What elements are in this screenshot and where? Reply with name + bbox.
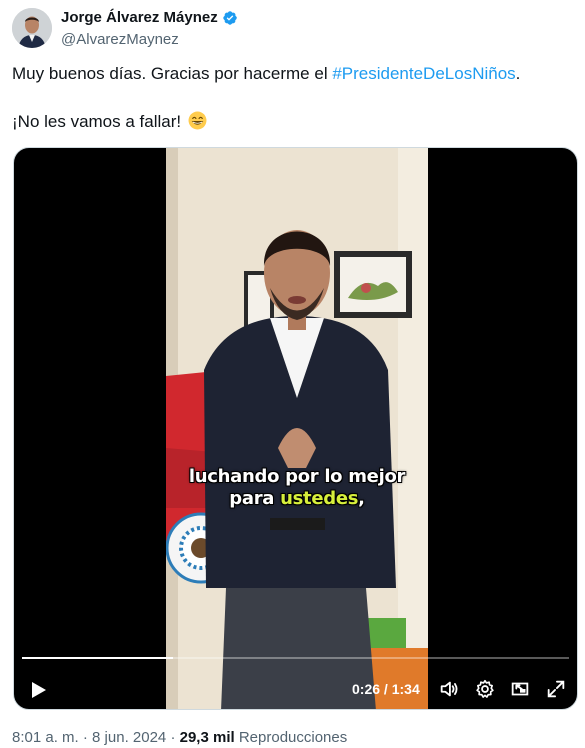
verified-badge-icon bbox=[223, 11, 237, 25]
tweet-date[interactable]: 8 jun. 2024 bbox=[92, 729, 166, 746]
volume-icon[interactable] bbox=[438, 678, 460, 700]
video-progress-fill bbox=[22, 657, 174, 659]
tweet-header: Jorge Álvarez Máynez @AlvarezMaynez bbox=[12, 8, 572, 50]
fullscreen-icon[interactable] bbox=[545, 678, 567, 700]
duration: 1:34 bbox=[391, 681, 420, 697]
avatar-photo bbox=[12, 8, 52, 48]
time-separator: / bbox=[380, 681, 392, 697]
views-label: Reproducciones bbox=[234, 729, 348, 746]
tweet-text-suffix: . bbox=[515, 64, 521, 83]
tweet-line-1: Muy buenos días. Gracias por hacerme el … bbox=[12, 62, 572, 86]
settings-gear-icon[interactable] bbox=[474, 678, 496, 700]
video-player[interactable]: luchando por lo mejor para ustedes, 0:26… bbox=[13, 147, 578, 710]
tweet-line-2: ¡No les vamos a fallar! bbox=[12, 110, 572, 134]
tweet-text-line2: ¡No les vamos a fallar! bbox=[12, 112, 182, 131]
meta-dot: · bbox=[166, 729, 180, 746]
current-time: 0:26 bbox=[352, 681, 381, 697]
caption-highlight: ustedes bbox=[280, 488, 359, 509]
video-frame: luchando por lo mejor para ustedes, bbox=[166, 148, 428, 709]
caption-prefix: para bbox=[229, 488, 281, 509]
tweet-blank-line bbox=[12, 86, 572, 110]
views-count: 29,3 mil bbox=[179, 729, 235, 746]
video-time: 0:26 / 1:34 bbox=[352, 680, 420, 698]
caption-suffix: , bbox=[358, 488, 365, 509]
video-still-image bbox=[166, 148, 428, 709]
tweet-meta: 8:01 a. m. · 8 jun. 2024 · 29,3 mil Repr… bbox=[12, 728, 347, 748]
video-caption-line-2: para ustedes, bbox=[166, 488, 428, 509]
display-name[interactable]: Jorge Álvarez Máynez bbox=[61, 8, 218, 28]
hashtag-link[interactable]: #PresidenteDeLosNiños bbox=[332, 64, 515, 83]
meta-dot: · bbox=[78, 729, 93, 746]
video-progress-bar[interactable] bbox=[22, 657, 569, 659]
video-caption-line-1: luchando por lo mejor bbox=[188, 466, 406, 487]
play-icon[interactable] bbox=[28, 680, 48, 700]
grinning-face-emoji-icon bbox=[188, 111, 207, 130]
tweet-time[interactable]: 8:01 a. m. bbox=[12, 729, 79, 746]
picture-in-picture-icon[interactable] bbox=[509, 678, 531, 700]
tweet-text-prefix: Muy buenos días. Gracias por hacerme el bbox=[12, 64, 333, 83]
handle[interactable]: @AlvarezMaynez bbox=[61, 30, 238, 50]
tweet-body: Muy buenos días. Gracias por hacerme el … bbox=[12, 62, 572, 134]
avatar[interactable] bbox=[12, 8, 52, 48]
